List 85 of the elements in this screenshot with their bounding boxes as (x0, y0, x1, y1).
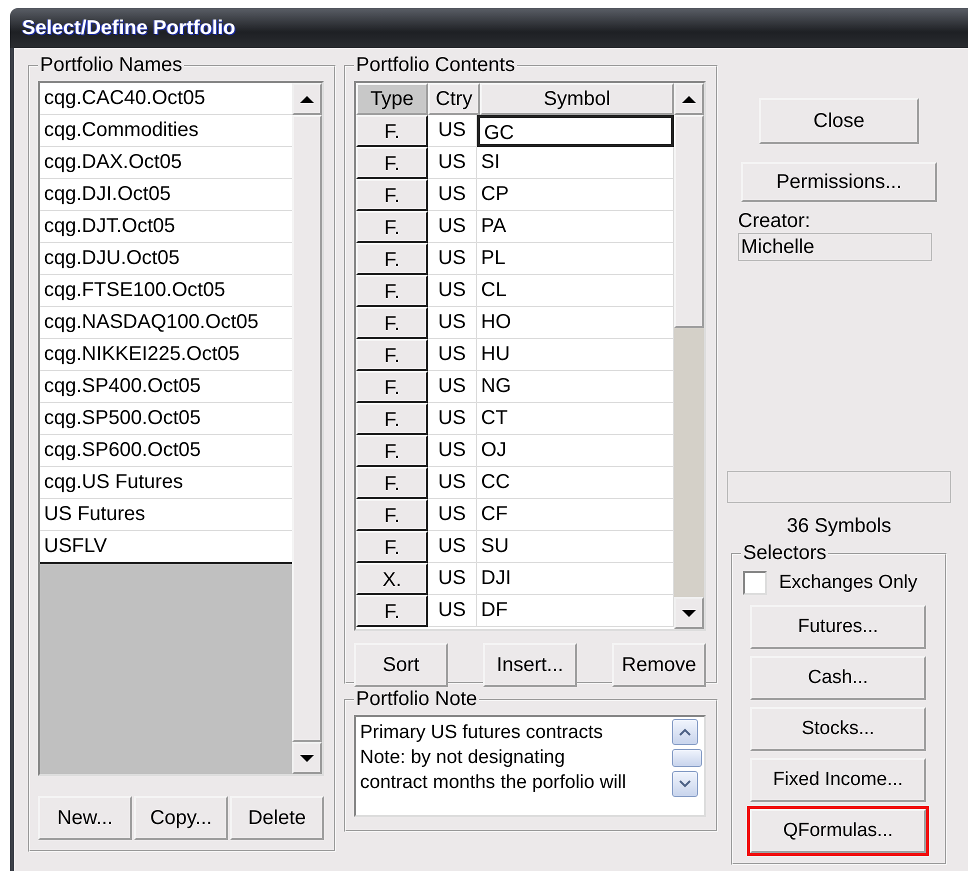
table-cell: US (428, 211, 477, 243)
table-button[interactable]: Remove (612, 643, 706, 687)
row-header[interactable]: F. (356, 307, 428, 339)
table-button[interactable]: Sort (354, 643, 448, 687)
table-cell: US (428, 499, 477, 531)
creator-field: Michelle (738, 233, 932, 261)
table-cell: US (428, 595, 477, 627)
list-item[interactable]: cqg.NIKKEI225.Oct05 (40, 339, 292, 371)
selector-button[interactable]: QFormulas... (750, 809, 926, 853)
selector-button[interactable]: Futures... (750, 605, 926, 649)
table-cell: US (428, 115, 477, 147)
down-arrow-icon (682, 610, 696, 616)
close-button[interactable]: Close (759, 98, 919, 144)
selector-button[interactable]: Fixed Income... (750, 758, 926, 802)
table-cell: US (428, 435, 477, 467)
table-cell: US (428, 403, 477, 435)
column-header[interactable]: Symbol (480, 83, 674, 115)
table-cell: US (428, 147, 477, 179)
group-label: Portfolio Names (39, 54, 184, 77)
chevron-up-icon (679, 728, 691, 736)
permissions-button[interactable]: Permissions... (741, 162, 937, 202)
row-header[interactable]: F. (356, 467, 428, 499)
row-header[interactable]: F. (356, 115, 428, 147)
list-item[interactable]: cqg.SP500.Oct05 (40, 403, 292, 435)
list-item[interactable]: cqg.DJU.Oct05 (40, 243, 292, 275)
up-arrow-icon (300, 96, 314, 102)
row-header[interactable]: F. (356, 147, 428, 179)
checkbox-label: Exchanges Only (779, 572, 918, 594)
list-item[interactable]: cqg.SP400.Oct05 (40, 371, 292, 403)
list-button[interactable]: Copy... (134, 796, 228, 840)
selector-button[interactable]: Cash... (750, 656, 926, 700)
note-line: Note: by not designating (360, 746, 566, 770)
row-header[interactable]: F. (356, 275, 428, 307)
selector-button[interactable]: Stocks... (750, 707, 926, 751)
list-item[interactable]: cqg.DAX.Oct05 (40, 147, 292, 179)
list-item[interactable]: USFLV (40, 531, 292, 564)
row-header[interactable]: F. (356, 403, 428, 435)
row-header[interactable]: F. (356, 595, 428, 627)
table-cell: US (428, 531, 477, 563)
list-item[interactable]: cqg.FTSE100.Oct05 (40, 275, 292, 307)
row-header[interactable]: F. (356, 531, 428, 563)
group-label: Selectors (742, 542, 828, 565)
window-title: Select/Define Portfolio (22, 16, 236, 40)
list-button[interactable]: Delete (230, 796, 324, 840)
list-item[interactable]: cqg.NASDAQ100.Oct05 (40, 307, 292, 339)
creator-label: Creator: (738, 210, 810, 233)
note-line: Primary US futures contracts (360, 721, 604, 745)
list-item[interactable]: cqg.CAC40.Oct05 (40, 83, 292, 115)
list-item[interactable]: cqg.DJI.Oct05 (40, 179, 292, 211)
list-button[interactable]: New... (38, 796, 132, 840)
table-button[interactable]: Insert... (483, 643, 577, 687)
table-cell: US (428, 275, 477, 307)
row-header[interactable]: F. (356, 499, 428, 531)
note-line: contract months the porfolio will (360, 771, 628, 795)
row-header[interactable]: F. (356, 243, 428, 275)
row-header[interactable]: X. (356, 563, 428, 595)
list-item[interactable]: US Futures (40, 499, 292, 531)
group-label: Portfolio Note (355, 688, 478, 711)
row-header[interactable]: F. (356, 435, 428, 467)
up-arrow-icon (682, 96, 696, 102)
list-item[interactable]: cqg.US Futures (40, 467, 292, 499)
note-field[interactable]: Primary US futures contracts Note: by not designating contract months the porfolio will (354, 715, 706, 817)
group-label: Portfolio Contents (355, 54, 516, 77)
symbol-count: 36 Symbols (786, 515, 892, 538)
list-item[interactable]: cqg.Commodities (40, 115, 292, 147)
row-header[interactable]: F. (356, 179, 428, 211)
column-header[interactable]: Type (356, 83, 428, 115)
row-header[interactable]: F. (356, 211, 428, 243)
list-item[interactable]: cqg.SP600.Oct05 (40, 435, 292, 467)
list-item[interactable]: cqg.DJT.Oct05 (40, 211, 292, 243)
table-cell: US (428, 371, 477, 403)
checkbox[interactable] (743, 571, 767, 595)
chevron-down-icon (679, 780, 691, 788)
scrollbar-thumb[interactable] (672, 749, 702, 767)
table-cell: US (428, 179, 477, 211)
table-cell: US (428, 339, 477, 371)
table-cell: US (428, 307, 477, 339)
table-cell[interactable]: GC (477, 115, 674, 147)
row-header[interactable]: F. (356, 339, 428, 371)
table-cell: US (428, 467, 477, 499)
table-cell: US (428, 243, 477, 275)
table-cell: US (428, 563, 477, 595)
row-header[interactable]: F. (356, 371, 428, 403)
column-header[interactable]: Ctry (428, 83, 480, 115)
down-arrow-icon (300, 754, 314, 762)
